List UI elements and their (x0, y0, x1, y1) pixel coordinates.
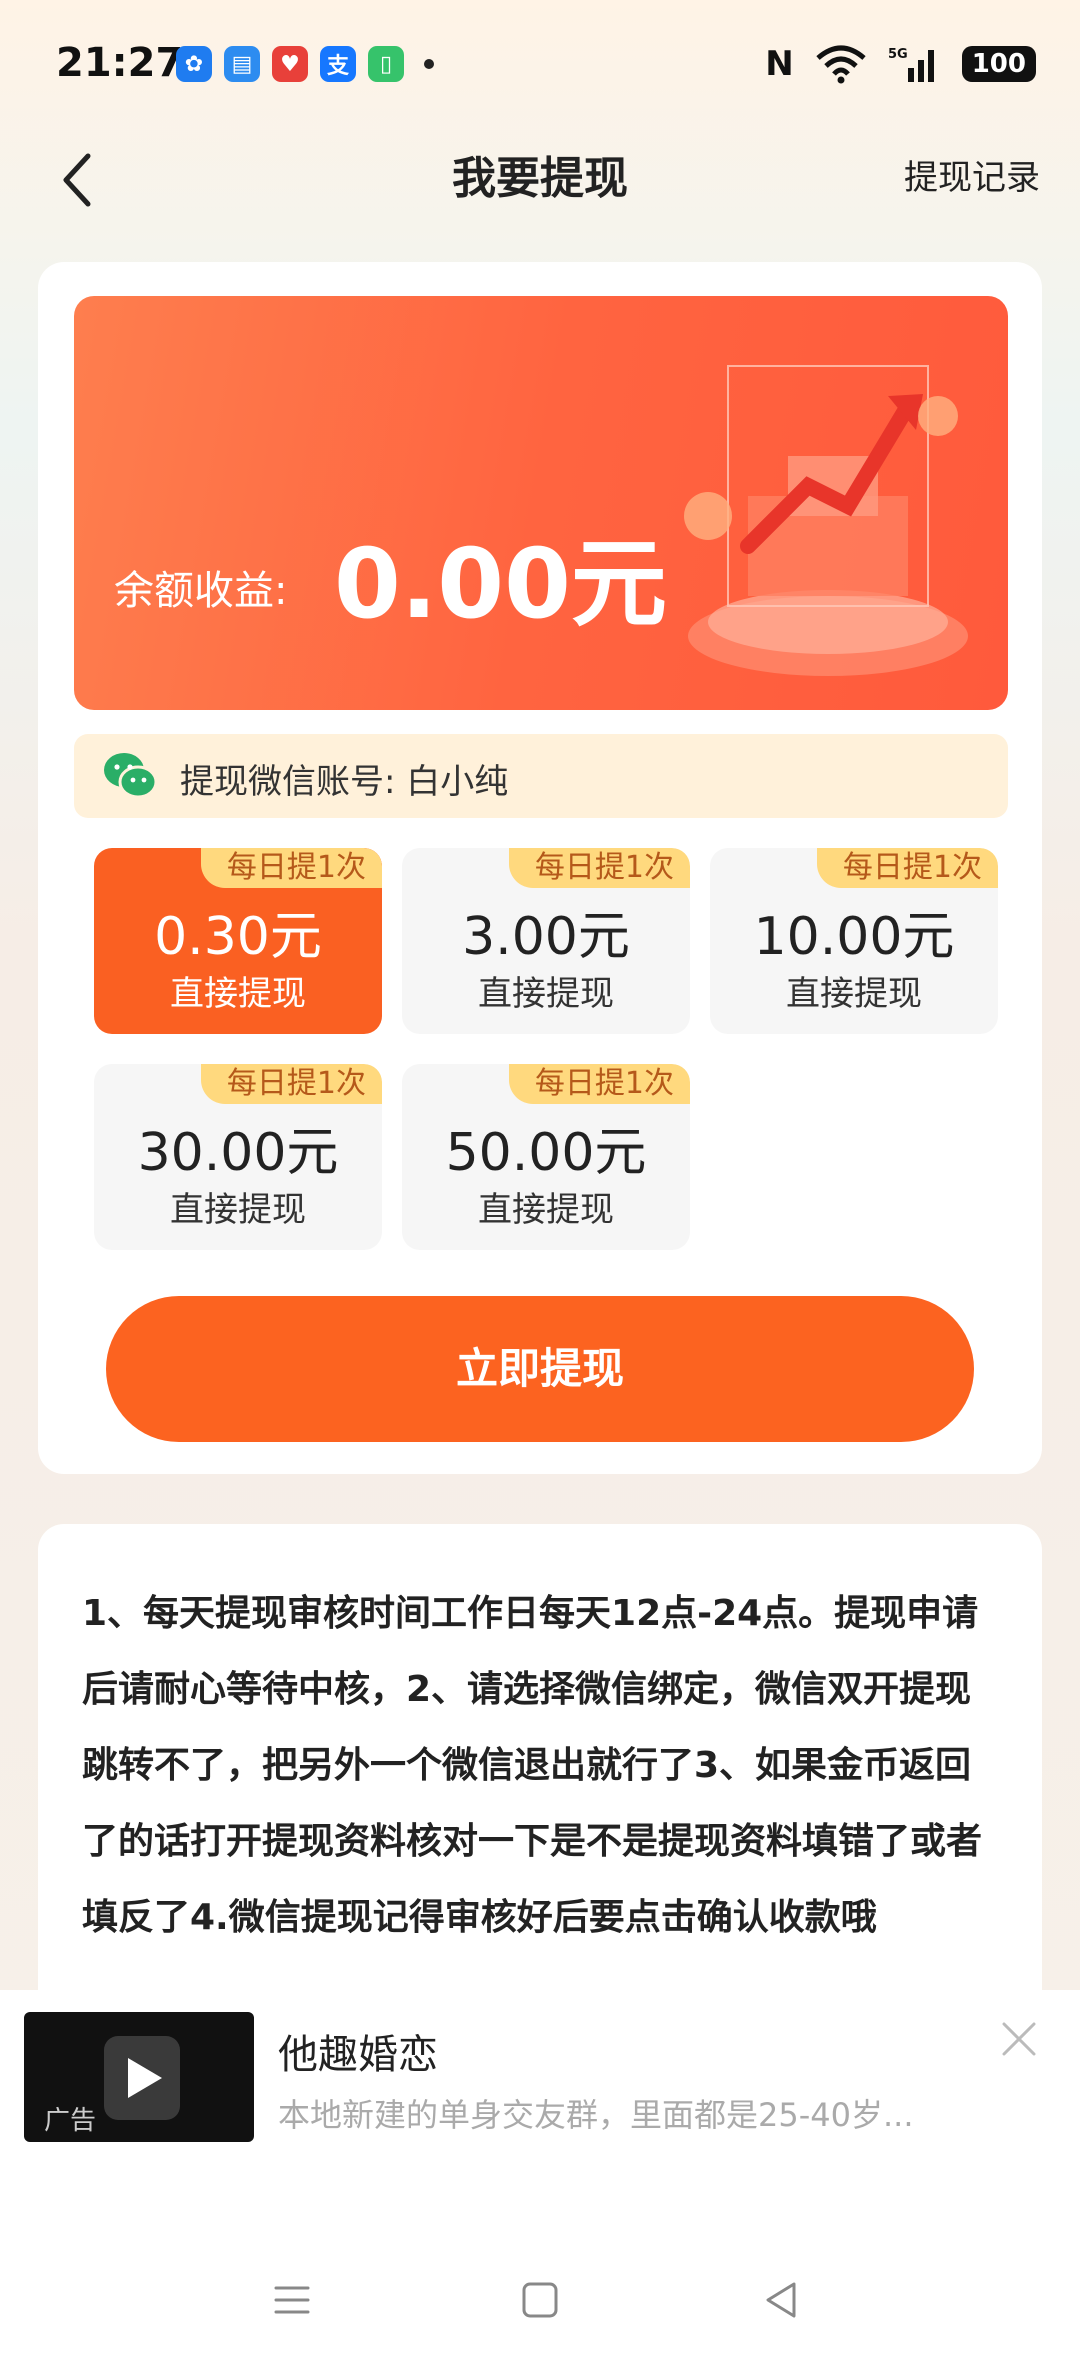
balance-banner: 余额收益: 0.00元 (74, 296, 1008, 710)
daily-limit-tag: 每日提1次 (200, 848, 382, 888)
network-type: 5G (888, 47, 908, 62)
withdraw-card: 余额收益: 0.00元 提现微信账号: 白小纯 每日提1次 0.30元 直接提现… (38, 262, 1042, 1474)
status-time: 21:27 (56, 40, 184, 86)
option-subtitle: 直接提现 (170, 974, 306, 1014)
ad-thumbnail[interactable]: 广告 (24, 2012, 254, 2142)
option-amount: 3.00元 (462, 907, 630, 967)
status-bar: 21:27 ✿ ▤ ♥ 支 ▯ N 5G 100 (0, 0, 1080, 130)
wechat-account-row: 提现微信账号: 白小纯 (74, 734, 1008, 818)
option-subtitle: 直接提现 (478, 1190, 614, 1230)
daily-limit-tag: 每日提1次 (508, 1064, 690, 1104)
option-amount: 0.30元 (154, 907, 322, 967)
balance-value: 0.00元 (334, 528, 667, 640)
nfc-icon: N (765, 44, 794, 84)
home-icon[interactable] (510, 2270, 570, 2330)
more-notifications-icon (424, 59, 434, 69)
balance-label: 余额收益: (114, 568, 288, 614)
close-icon[interactable] (994, 2014, 1044, 2064)
withdraw-now-button[interactable]: 立即提现 (106, 1296, 974, 1442)
message-app-icon: ▤ (224, 46, 260, 82)
daily-limit-tag: 每日提1次 (508, 848, 690, 888)
wechat-account-text: 提现微信账号: 白小纯 (180, 762, 509, 802)
amount-option-10.00[interactable]: 每日提1次 10.00元 直接提现 (710, 848, 998, 1034)
signal-icon: 5G (888, 47, 934, 82)
withdraw-rules-card: 1、每天提现审核时间工作日每天12点-24点。提现申请后请耐心等待中核，2、请选… (38, 1524, 1042, 2024)
wechat-icon (104, 753, 158, 799)
notification-icons: ✿ ▤ ♥ 支 ▯ (176, 46, 434, 82)
option-amount: 30.00元 (137, 1123, 339, 1183)
alipay-app-icon: 支 (320, 46, 356, 82)
withdraw-records-link[interactable]: 提现记录 (904, 150, 1040, 199)
option-subtitle: 直接提现 (786, 974, 922, 1014)
back-nav-icon[interactable] (752, 2270, 812, 2330)
amount-option-3.00[interactable]: 每日提1次 3.00元 直接提现 (402, 848, 690, 1034)
daily-limit-tag: 每日提1次 (200, 1064, 382, 1104)
wifi-icon (816, 45, 866, 84)
option-amount: 10.00元 (753, 907, 955, 967)
option-subtitle: 直接提现 (478, 974, 614, 1014)
battery-indicator: 100 (961, 46, 1036, 82)
system-navigation-bar (0, 2230, 1080, 2362)
pinwheel-app-icon: ✿ (176, 46, 212, 82)
battery-app-icon: ▯ (368, 46, 404, 82)
ad-badge: 广告 (44, 2106, 97, 2136)
system-icons: N 5G 100 (765, 44, 1036, 84)
option-subtitle: 直接提现 (170, 1190, 306, 1230)
growth-chart-illustration (684, 365, 968, 676)
amount-options: 每日提1次 0.30元 直接提现 每日提1次 3.00元 直接提现 每日提1次 … (94, 848, 998, 1250)
withdraw-rules-text: 1、每天提现审核时间工作日每天12点-24点。提现申请后请耐心等待中核，2、请选… (82, 1593, 983, 1938)
daily-limit-tag: 每日提1次 (816, 848, 998, 888)
header: 我要提现 提现记录 (0, 130, 1080, 240)
option-amount: 50.00元 (445, 1123, 647, 1183)
amount-option-50.00[interactable]: 每日提1次 50.00元 直接提现 (402, 1064, 690, 1250)
ad-title[interactable]: 他趣婚恋 (278, 2022, 438, 2080)
amount-option-30.00[interactable]: 每日提1次 30.00元 直接提现 (94, 1064, 382, 1250)
play-icon (128, 2058, 162, 2098)
amount-option-0.30[interactable]: 每日提1次 0.30元 直接提现 (94, 848, 382, 1034)
menu-icon[interactable] (262, 2270, 322, 2330)
charity-app-icon: ♥ (272, 46, 308, 82)
ad-description[interactable]: 本地新建的单身交友群，里面都是25-40岁... (278, 2090, 998, 2136)
